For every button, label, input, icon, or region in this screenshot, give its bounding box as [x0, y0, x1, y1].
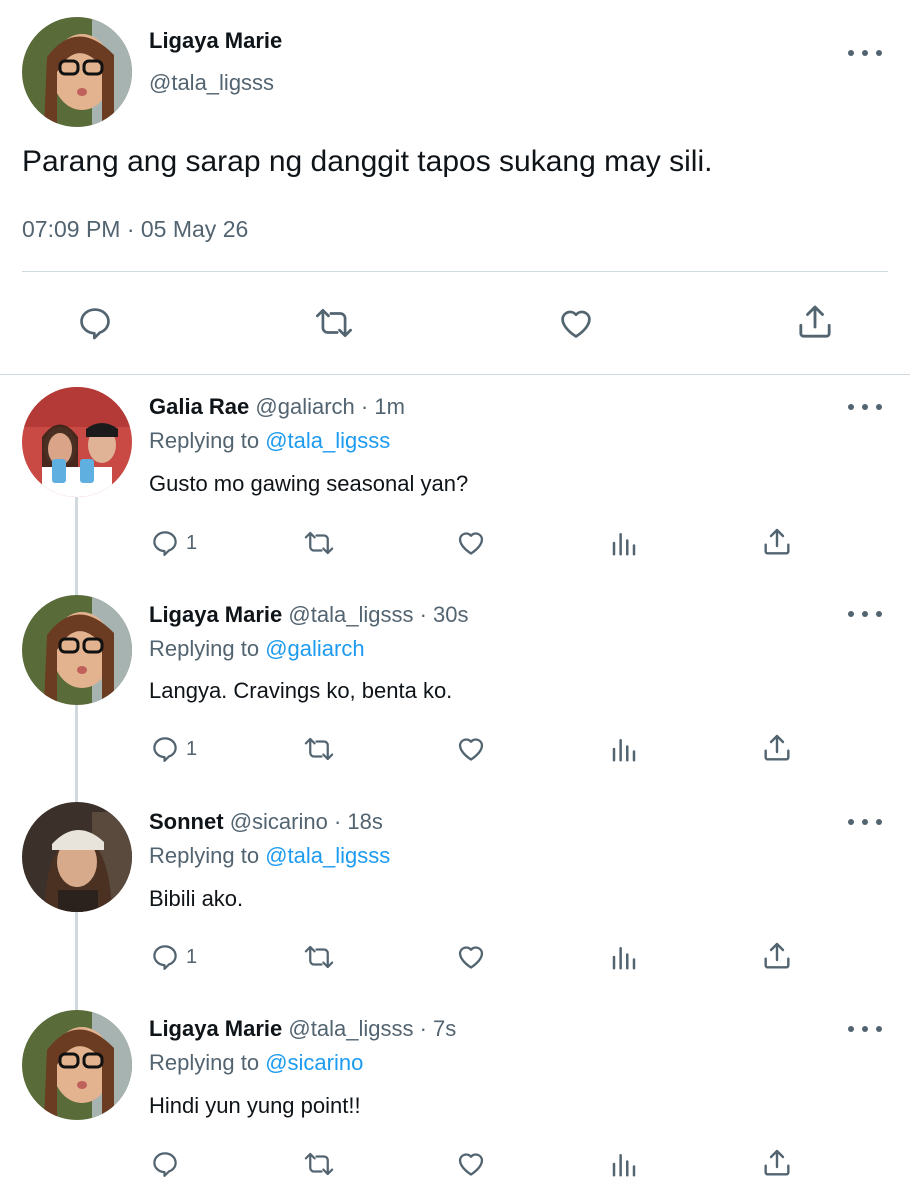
heart-icon	[458, 1153, 484, 1176]
avatar[interactable]	[22, 17, 132, 127]
share-icon	[764, 942, 790, 969]
author-handle-time[interactable]: @sicarino · 18s	[230, 809, 383, 834]
share-icon	[764, 528, 790, 555]
divider	[0, 374, 910, 375]
retweet-button[interactable]	[313, 304, 355, 347]
reply-button[interactable]: 1	[150, 528, 197, 558]
share-icon	[764, 734, 790, 761]
heart-icon	[458, 738, 484, 761]
share-button[interactable]	[761, 1147, 793, 1184]
reply-button[interactable]	[76, 304, 114, 347]
analytics-button[interactable]	[609, 528, 639, 563]
share-icon	[764, 1149, 790, 1176]
share-button[interactable]	[761, 940, 793, 977]
replying-to-line: Replying to @galiarch	[149, 636, 365, 662]
heart-icon	[458, 946, 484, 969]
more-options-icon[interactable]	[848, 815, 882, 829]
reply-button[interactable]	[150, 1149, 186, 1179]
author-handle-time[interactable]: @tala_ligsss · 30s	[288, 602, 468, 627]
reply-text: Langya. Cravings ko, benta ko.	[149, 678, 453, 703]
like-button[interactable]	[455, 941, 487, 977]
reply-text: Gusto mo gawing seasonal yan?	[149, 471, 469, 496]
more-options-icon[interactable]	[848, 607, 882, 621]
replying-to-label: Replying to	[149, 636, 260, 661]
tweet-timestamp[interactable]: 07:09 PM · 05 May 26	[22, 216, 248, 243]
retweet-button[interactable]	[301, 528, 337, 563]
reply-button[interactable]: 1	[150, 942, 197, 972]
reply-count: 1	[186, 531, 198, 554]
more-options-icon[interactable]	[848, 400, 882, 414]
replying-to-label: Replying to	[149, 428, 260, 453]
reply-icon	[153, 945, 177, 970]
analytics-button[interactable]	[609, 1149, 639, 1184]
reply-header: Sonnet @sicarino · 18s	[149, 809, 383, 835]
replying-to-line: Replying to @tala_ligsss	[149, 428, 390, 454]
analytics-icon	[612, 739, 636, 762]
share-button[interactable]	[761, 732, 793, 769]
author-name[interactable]: Galia Rae	[149, 394, 249, 419]
heart-icon	[458, 532, 484, 555]
tweet-text: Parang ang sarap ng danggit tapos sukang…	[22, 145, 713, 178]
retweet-button[interactable]	[301, 1149, 337, 1184]
more-options-icon[interactable]	[848, 1022, 882, 1036]
reply-header: Ligaya Marie @tala_ligsss · 7s	[149, 1016, 456, 1042]
like-button[interactable]	[455, 527, 487, 563]
author-name[interactable]: Sonnet	[149, 809, 224, 834]
mention-link[interactable]: @tala_ligsss	[265, 843, 390, 868]
reply-button[interactable]: 1	[150, 734, 197, 764]
avatar[interactable]	[22, 802, 132, 912]
avatar[interactable]	[22, 387, 132, 497]
replying-to-label: Replying to	[149, 843, 260, 868]
reply-icon	[153, 737, 177, 762]
thread-line	[75, 705, 78, 803]
retweet-icon	[316, 308, 352, 338]
retweet-button[interactable]	[301, 942, 337, 977]
analytics-button[interactable]	[609, 734, 639, 769]
analytics-button[interactable]	[609, 942, 639, 977]
mention-link[interactable]: @galiarch	[265, 636, 364, 661]
replying-to-line: Replying to @tala_ligsss	[149, 843, 390, 869]
share-button[interactable]	[795, 302, 835, 347]
replying-to-line: Replying to @sicarino	[149, 1050, 363, 1076]
retweet-icon	[304, 737, 334, 761]
share-button[interactable]	[761, 526, 793, 563]
avatar[interactable]	[22, 1010, 132, 1120]
like-button[interactable]	[455, 733, 487, 769]
replying-to-label: Replying to	[149, 1050, 260, 1075]
author-handle-time[interactable]: @tala_ligsss · 7s	[288, 1016, 456, 1041]
author-name[interactable]: Ligaya Marie	[149, 28, 282, 54]
like-button[interactable]	[455, 1148, 487, 1184]
reply-text: Hindi yun yung point!!	[149, 1093, 361, 1118]
reply-icon	[153, 1152, 177, 1177]
reply-count: 1	[186, 945, 198, 968]
author-handle-time[interactable]: @galiarch · 1m	[255, 394, 405, 419]
thread-line	[75, 497, 78, 597]
reply-header: Ligaya Marie @tala_ligsss · 30s	[149, 602, 468, 628]
reply-icon	[153, 531, 177, 556]
like-button[interactable]	[556, 304, 596, 347]
reply-text: Bibili ako.	[149, 886, 244, 911]
retweet-icon	[304, 945, 334, 969]
author-name[interactable]: Ligaya Marie	[149, 602, 282, 627]
retweet-icon	[304, 1152, 334, 1176]
author-name[interactable]: Ligaya Marie	[149, 1016, 282, 1041]
reply-icon	[80, 308, 110, 340]
author-handle[interactable]: @tala_ligsss	[149, 70, 274, 96]
analytics-icon	[612, 533, 636, 556]
thread-line	[75, 912, 78, 1012]
analytics-icon	[612, 947, 636, 970]
reply-count: 1	[186, 737, 198, 760]
retweet-icon	[304, 531, 334, 555]
more-options-icon[interactable]	[848, 46, 882, 60]
share-icon	[799, 305, 831, 338]
mention-link[interactable]: @sicarino	[265, 1050, 363, 1075]
retweet-button[interactable]	[301, 734, 337, 769]
heart-icon	[561, 310, 591, 338]
avatar[interactable]	[22, 595, 132, 705]
analytics-icon	[612, 1154, 636, 1177]
reply-header: Galia Rae @galiarch · 1m	[149, 394, 405, 420]
divider	[22, 271, 888, 272]
mention-link[interactable]: @tala_ligsss	[265, 428, 390, 453]
